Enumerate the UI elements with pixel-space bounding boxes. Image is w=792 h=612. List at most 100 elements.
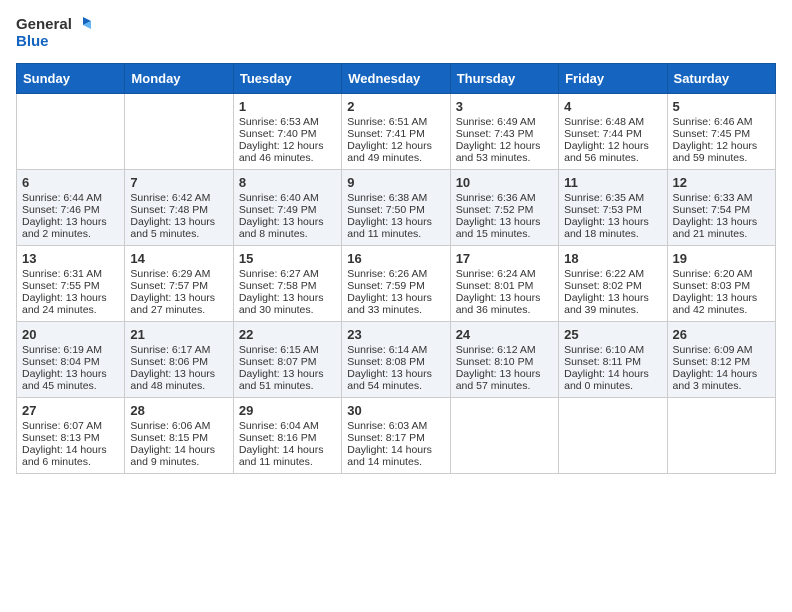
day-number: 28: [130, 403, 227, 418]
sunset-text: Sunset: 7:41 PM: [347, 128, 444, 140]
sunrise-text: Sunrise: 6:15 AM: [239, 344, 336, 356]
calendar-cell: 16Sunrise: 6:26 AMSunset: 7:59 PMDayligh…: [342, 245, 450, 321]
sunset-text: Sunset: 8:06 PM: [130, 356, 227, 368]
weekday-header: Monday: [125, 63, 233, 93]
sunset-text: Sunset: 7:45 PM: [673, 128, 770, 140]
day-number: 27: [22, 403, 119, 418]
calendar-cell: 25Sunrise: 6:10 AMSunset: 8:11 PMDayligh…: [559, 321, 667, 397]
sunset-text: Sunset: 8:11 PM: [564, 356, 661, 368]
calendar-header-row: SundayMondayTuesdayWednesdayThursdayFrid…: [17, 63, 776, 93]
logo: General Blue: [16, 16, 92, 51]
day-number: 7: [130, 175, 227, 190]
calendar-cell: 22Sunrise: 6:15 AMSunset: 8:07 PMDayligh…: [233, 321, 341, 397]
day-number: 21: [130, 327, 227, 342]
calendar-cell: 20Sunrise: 6:19 AMSunset: 8:04 PMDayligh…: [17, 321, 125, 397]
sunset-text: Sunset: 8:07 PM: [239, 356, 336, 368]
sunset-text: Sunset: 8:02 PM: [564, 280, 661, 292]
daylight-text: Daylight: 14 hours and 0 minutes.: [564, 368, 661, 392]
calendar-cell: 7Sunrise: 6:42 AMSunset: 7:48 PMDaylight…: [125, 169, 233, 245]
calendar-week-row: 1Sunrise: 6:53 AMSunset: 7:40 PMDaylight…: [17, 93, 776, 169]
page-header: General Blue: [16, 16, 776, 51]
calendar-cell: 11 Sunrise: 6:35 AMSunset: 7:53 PMDayligh…: [559, 169, 667, 245]
sunset-text: Sunset: 7:50 PM: [347, 204, 444, 216]
sunset-text: Sunset: 8:15 PM: [130, 432, 227, 444]
day-number: 13: [22, 251, 119, 266]
day-number: 14: [130, 251, 227, 266]
weekday-header: Saturday: [667, 63, 775, 93]
day-number: 11: [564, 175, 661, 190]
calendar-cell: 24Sunrise: 6:12 AMSunset: 8:10 PMDayligh…: [450, 321, 558, 397]
daylight-text: Daylight: 14 hours and 14 minutes.: [347, 444, 444, 468]
day-number: 23: [347, 327, 444, 342]
sunrise-text: Sunrise: 6:03 AM: [347, 420, 444, 432]
calendar-cell: 19Sunrise: 6:20 AMSunset: 8:03 PMDayligh…: [667, 245, 775, 321]
daylight-text: Daylight: 13 hours and 11 minutes.: [347, 216, 444, 240]
sunset-text: Sunset: 7:44 PM: [564, 128, 661, 140]
day-number: 5: [673, 99, 770, 114]
calendar-cell: 23Sunrise: 6:14 AMSunset: 8:08 PMDayligh…: [342, 321, 450, 397]
sunset-text: Sunset: 8:13 PM: [22, 432, 119, 444]
day-number: 16: [347, 251, 444, 266]
daylight-text: Daylight: 14 hours and 9 minutes.: [130, 444, 227, 468]
logo-text: General Blue: [16, 16, 92, 51]
daylight-text: Daylight: 12 hours and 53 minutes.: [456, 140, 553, 164]
weekday-header: Wednesday: [342, 63, 450, 93]
calendar-cell: 3Sunrise: 6:49 AMSunset: 7:43 PMDaylight…: [450, 93, 558, 169]
sunrise-text: Sunrise: 6:06 AM: [130, 420, 227, 432]
daylight-text: Daylight: 12 hours and 59 minutes.: [673, 140, 770, 164]
sunrise-text: Sunrise: 6:24 AM: [456, 268, 553, 280]
sunrise-text: Sunrise: 6:26 AM: [347, 268, 444, 280]
calendar-cell: 2Sunrise: 6:51 AMSunset: 7:41 PMDaylight…: [342, 93, 450, 169]
sunrise-text: Sunrise: 6:35 AM: [564, 192, 661, 204]
calendar-cell: 8Sunrise: 6:40 AMSunset: 7:49 PMDaylight…: [233, 169, 341, 245]
day-number: 18: [564, 251, 661, 266]
calendar-week-row: 13Sunrise: 6:31 AMSunset: 7:55 PMDayligh…: [17, 245, 776, 321]
sunset-text: Sunset: 7:48 PM: [130, 204, 227, 216]
daylight-text: Daylight: 13 hours and 8 minutes.: [239, 216, 336, 240]
day-number: 3: [456, 99, 553, 114]
day-number: 12: [673, 175, 770, 190]
day-number: 2: [347, 99, 444, 114]
logo-blue: Blue: [16, 34, 92, 51]
sunset-text: Sunset: 8:08 PM: [347, 356, 444, 368]
day-number: 30: [347, 403, 444, 418]
day-number: 15: [239, 251, 336, 266]
sunrise-text: Sunrise: 6:09 AM: [673, 344, 770, 356]
sunset-text: Sunset: 7:58 PM: [239, 280, 336, 292]
daylight-text: Daylight: 14 hours and 11 minutes.: [239, 444, 336, 468]
daylight-text: Daylight: 13 hours and 36 minutes.: [456, 292, 553, 316]
calendar-cell: 27Sunrise: 6:07 AMSunset: 8:13 PMDayligh…: [17, 397, 125, 473]
calendar-cell: 4Sunrise: 6:48 AMSunset: 7:44 PMDaylight…: [559, 93, 667, 169]
sunset-text: Sunset: 8:12 PM: [673, 356, 770, 368]
sunset-text: Sunset: 7:55 PM: [22, 280, 119, 292]
day-number: 9: [347, 175, 444, 190]
calendar-cell: [450, 397, 558, 473]
calendar-cell: 14Sunrise: 6:29 AMSunset: 7:57 PMDayligh…: [125, 245, 233, 321]
sunrise-text: Sunrise: 6:17 AM: [130, 344, 227, 356]
sunset-text: Sunset: 7:49 PM: [239, 204, 336, 216]
sunset-text: Sunset: 8:10 PM: [456, 356, 553, 368]
weekday-header: Sunday: [17, 63, 125, 93]
sunset-text: Sunset: 7:43 PM: [456, 128, 553, 140]
daylight-text: Daylight: 13 hours and 18 minutes.: [564, 216, 661, 240]
daylight-text: Daylight: 13 hours and 27 minutes.: [130, 292, 227, 316]
sunset-text: Sunset: 8:01 PM: [456, 280, 553, 292]
day-number: 24: [456, 327, 553, 342]
sunrise-text: Sunrise: 6:46 AM: [673, 116, 770, 128]
sunrise-text: Sunrise: 6:22 AM: [564, 268, 661, 280]
day-number: 26: [673, 327, 770, 342]
sunset-text: Sunset: 7:53 PM: [564, 204, 661, 216]
daylight-text: Daylight: 13 hours and 30 minutes.: [239, 292, 336, 316]
calendar-table: SundayMondayTuesdayWednesdayThursdayFrid…: [16, 63, 776, 474]
daylight-text: Daylight: 13 hours and 51 minutes.: [239, 368, 336, 392]
daylight-text: Daylight: 14 hours and 6 minutes.: [22, 444, 119, 468]
daylight-text: Daylight: 13 hours and 24 minutes.: [22, 292, 119, 316]
sunrise-text: Sunrise: 6:14 AM: [347, 344, 444, 356]
calendar-cell: 21Sunrise: 6:17 AMSunset: 8:06 PMDayligh…: [125, 321, 233, 397]
sunrise-text: Sunrise: 6:44 AM: [22, 192, 119, 204]
daylight-text: Daylight: 12 hours and 46 minutes.: [239, 140, 336, 164]
sunset-text: Sunset: 7:40 PM: [239, 128, 336, 140]
sunset-text: Sunset: 7:52 PM: [456, 204, 553, 216]
sunrise-text: Sunrise: 6:10 AM: [564, 344, 661, 356]
daylight-text: Daylight: 13 hours and 57 minutes.: [456, 368, 553, 392]
